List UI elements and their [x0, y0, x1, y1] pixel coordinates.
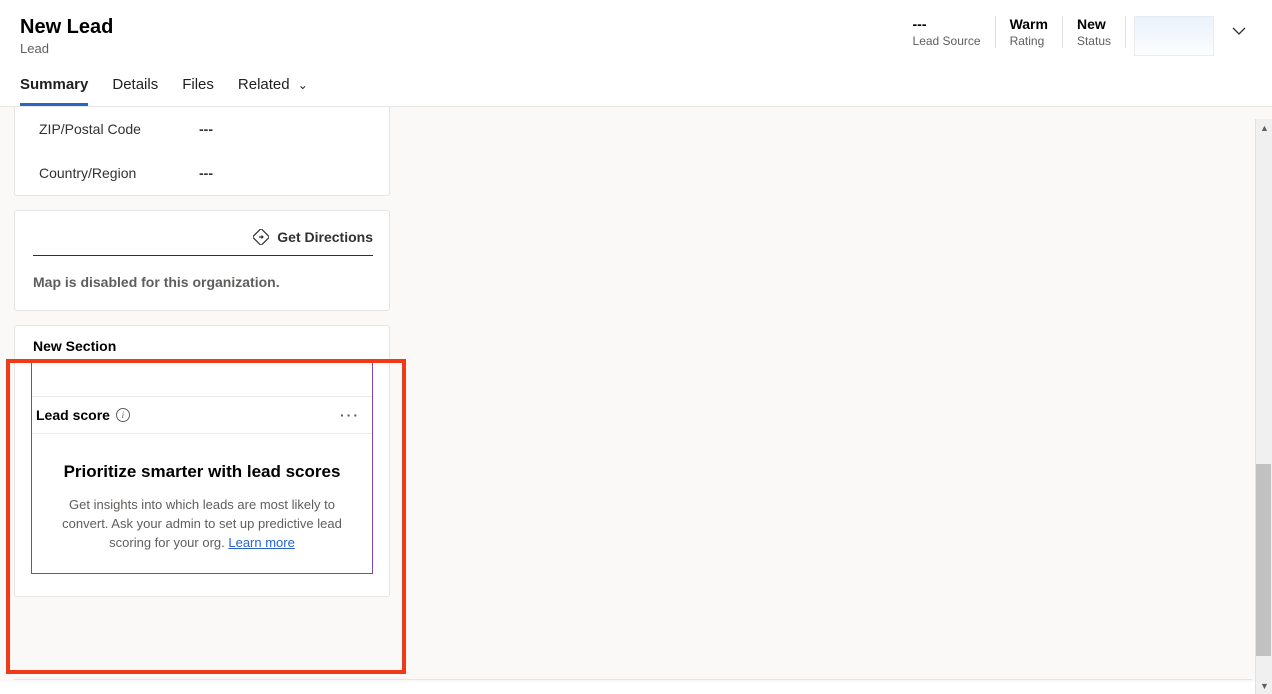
page-title: New Lead [20, 16, 899, 39]
page-header: New Lead Lead --- Lead Source Warm Ratin… [0, 0, 1272, 60]
stat-lead-source[interactable]: --- Lead Source [899, 16, 996, 48]
field-zip[interactable]: ZIP/Postal Code --- [15, 107, 389, 151]
map-card: Get Directions Map is disabled for this … [14, 210, 390, 311]
tab-files[interactable]: Files [182, 76, 214, 106]
address-card: ZIP/Postal Code --- Country/Region --- [14, 107, 390, 196]
promo-text: Get insights into which leads are most l… [48, 496, 356, 553]
field-label: Country/Region [39, 165, 199, 181]
expand-header-button[interactable] [1226, 18, 1252, 44]
tab-related-label: Related [238, 76, 290, 93]
stat-value: Warm [1010, 16, 1048, 32]
promo-title: Prioritize smarter with lead scores [48, 462, 356, 482]
directions-icon [253, 229, 269, 245]
section-title: New Section [15, 338, 389, 360]
tab-related[interactable]: Related ⌄ [238, 76, 308, 106]
chevron-down-icon [1232, 24, 1246, 38]
field-country[interactable]: Country/Region --- [15, 151, 389, 195]
stat-label: Status [1077, 34, 1111, 48]
promo-body: Get insights into which leads are most l… [62, 497, 342, 550]
directions-label: Get Directions [277, 229, 373, 245]
tab-bar: Summary Details Files Related ⌄ [0, 60, 1272, 107]
scroll-up-arrow[interactable]: ▲ [1256, 119, 1272, 136]
field-value: --- [199, 165, 213, 181]
tab-details[interactable]: Details [112, 76, 158, 106]
lead-score-panel: Lead score i ··· Prioritize smarter with… [31, 360, 373, 574]
chevron-down-icon: ⌄ [298, 78, 308, 92]
stat-rating[interactable]: Warm Rating [996, 16, 1063, 48]
lead-score-promo: Prioritize smarter with lead scores Get … [32, 434, 372, 573]
lead-score-header: Lead score i ··· [32, 397, 372, 434]
vertical-scrollbar[interactable]: ▲ ▼ [1255, 119, 1272, 694]
more-options-button[interactable]: ··· [340, 407, 360, 423]
left-column: ZIP/Postal Code --- Country/Region --- G… [14, 107, 390, 611]
new-section-card: New Section Lead score i ··· Prioritize … [14, 325, 390, 597]
content-area: ZIP/Postal Code --- Country/Region --- G… [0, 107, 1272, 682]
get-directions-link[interactable]: Get Directions [33, 229, 373, 256]
panel-header-blank [32, 361, 372, 397]
record-thumbnail[interactable] [1134, 16, 1214, 56]
map-disabled-message: Map is disabled for this organization. [33, 274, 373, 290]
stat-label: Lead Source [913, 34, 981, 48]
scroll-down-arrow[interactable]: ▼ [1256, 677, 1272, 694]
header-right: --- Lead Source Warm Rating New Status [899, 16, 1252, 56]
stat-status[interactable]: New Status [1063, 16, 1126, 48]
bottom-divider [14, 679, 1252, 680]
stat-value: --- [913, 16, 981, 32]
entity-subtitle: Lead [20, 41, 899, 56]
stat-label: Rating [1010, 34, 1048, 48]
tab-summary[interactable]: Summary [20, 76, 88, 106]
field-label: ZIP/Postal Code [39, 121, 199, 137]
stat-value: New [1077, 16, 1111, 32]
header-left: New Lead Lead [20, 16, 899, 56]
field-value: --- [199, 121, 213, 137]
info-icon[interactable]: i [116, 408, 130, 422]
learn-more-link[interactable]: Learn more [228, 535, 294, 550]
scroll-thumb[interactable] [1256, 464, 1271, 656]
lead-score-label: Lead score [32, 407, 110, 423]
